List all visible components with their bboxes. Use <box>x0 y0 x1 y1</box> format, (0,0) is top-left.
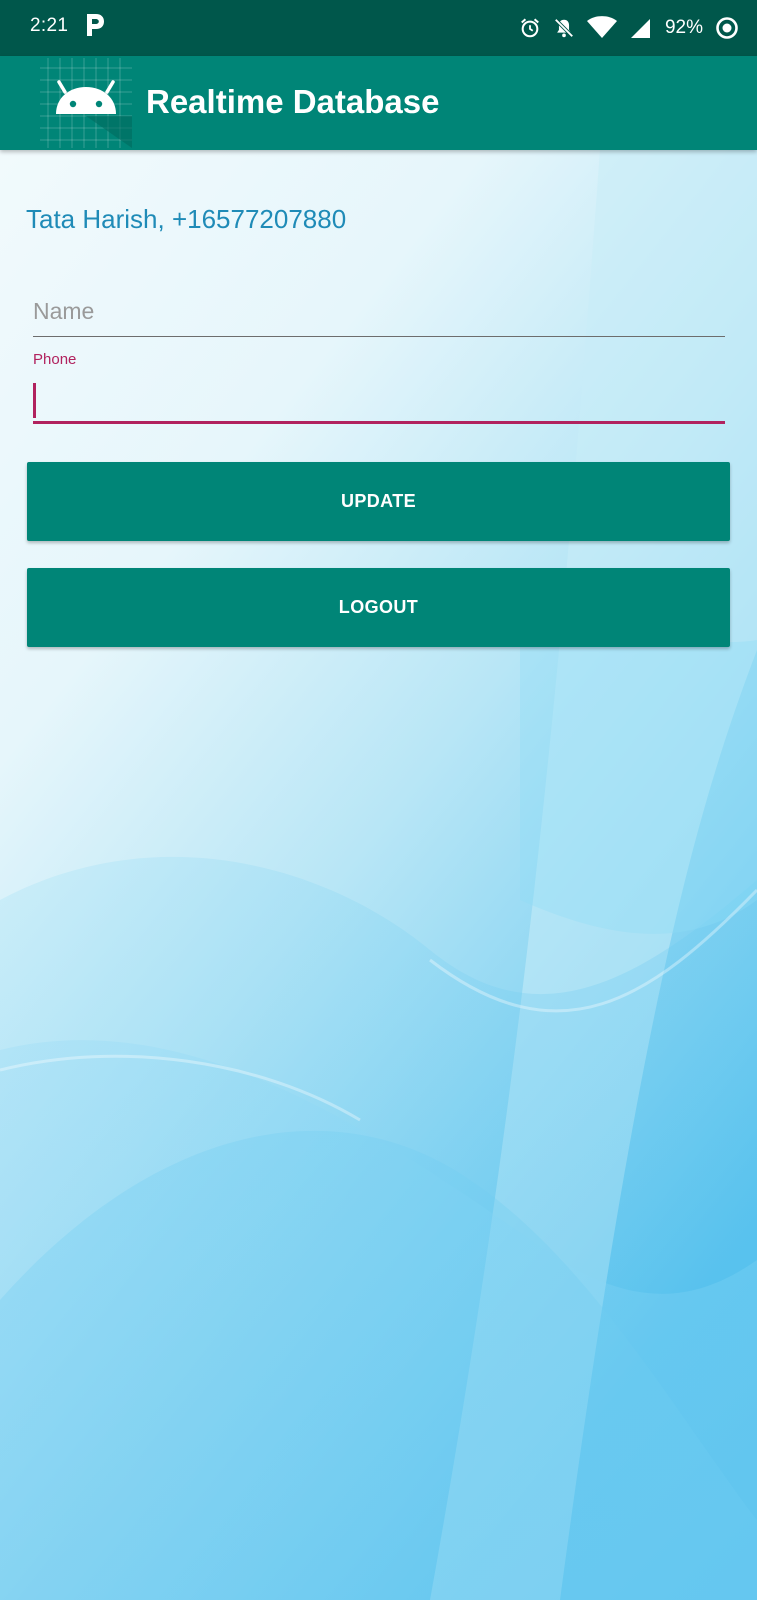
background-wallpaper <box>0 0 757 1600</box>
phone-input[interactable] <box>33 375 725 424</box>
status-icons: 92% <box>519 12 739 44</box>
battery-percentage: 92% <box>664 17 703 38</box>
text-cursor <box>33 383 36 418</box>
user-info-text: Tata Harish, +16577207880 <box>26 204 347 234</box>
status-bar: 2:21 92% <box>0 0 757 56</box>
notifications-off-icon <box>554 18 574 38</box>
status-time: 2:21 <box>30 15 69 36</box>
wifi-icon <box>586 16 617 38</box>
cell-signal-icon <box>630 19 650 38</box>
android-icon <box>40 58 132 148</box>
name-input[interactable]: Name <box>33 290 725 337</box>
p-icon <box>87 14 104 36</box>
phone-label: Phone <box>33 351 77 368</box>
alarm-icon <box>521 18 539 38</box>
battery-saver-icon <box>716 17 738 39</box>
update-button[interactable]: UPDATE <box>27 462 730 541</box>
name-placeholder: Name <box>33 298 95 324</box>
logout-button[interactable]: LOGOUT <box>27 568 730 647</box>
app-bar: Realtime Database <box>0 56 757 150</box>
app-title: Realtime Database <box>146 83 440 120</box>
